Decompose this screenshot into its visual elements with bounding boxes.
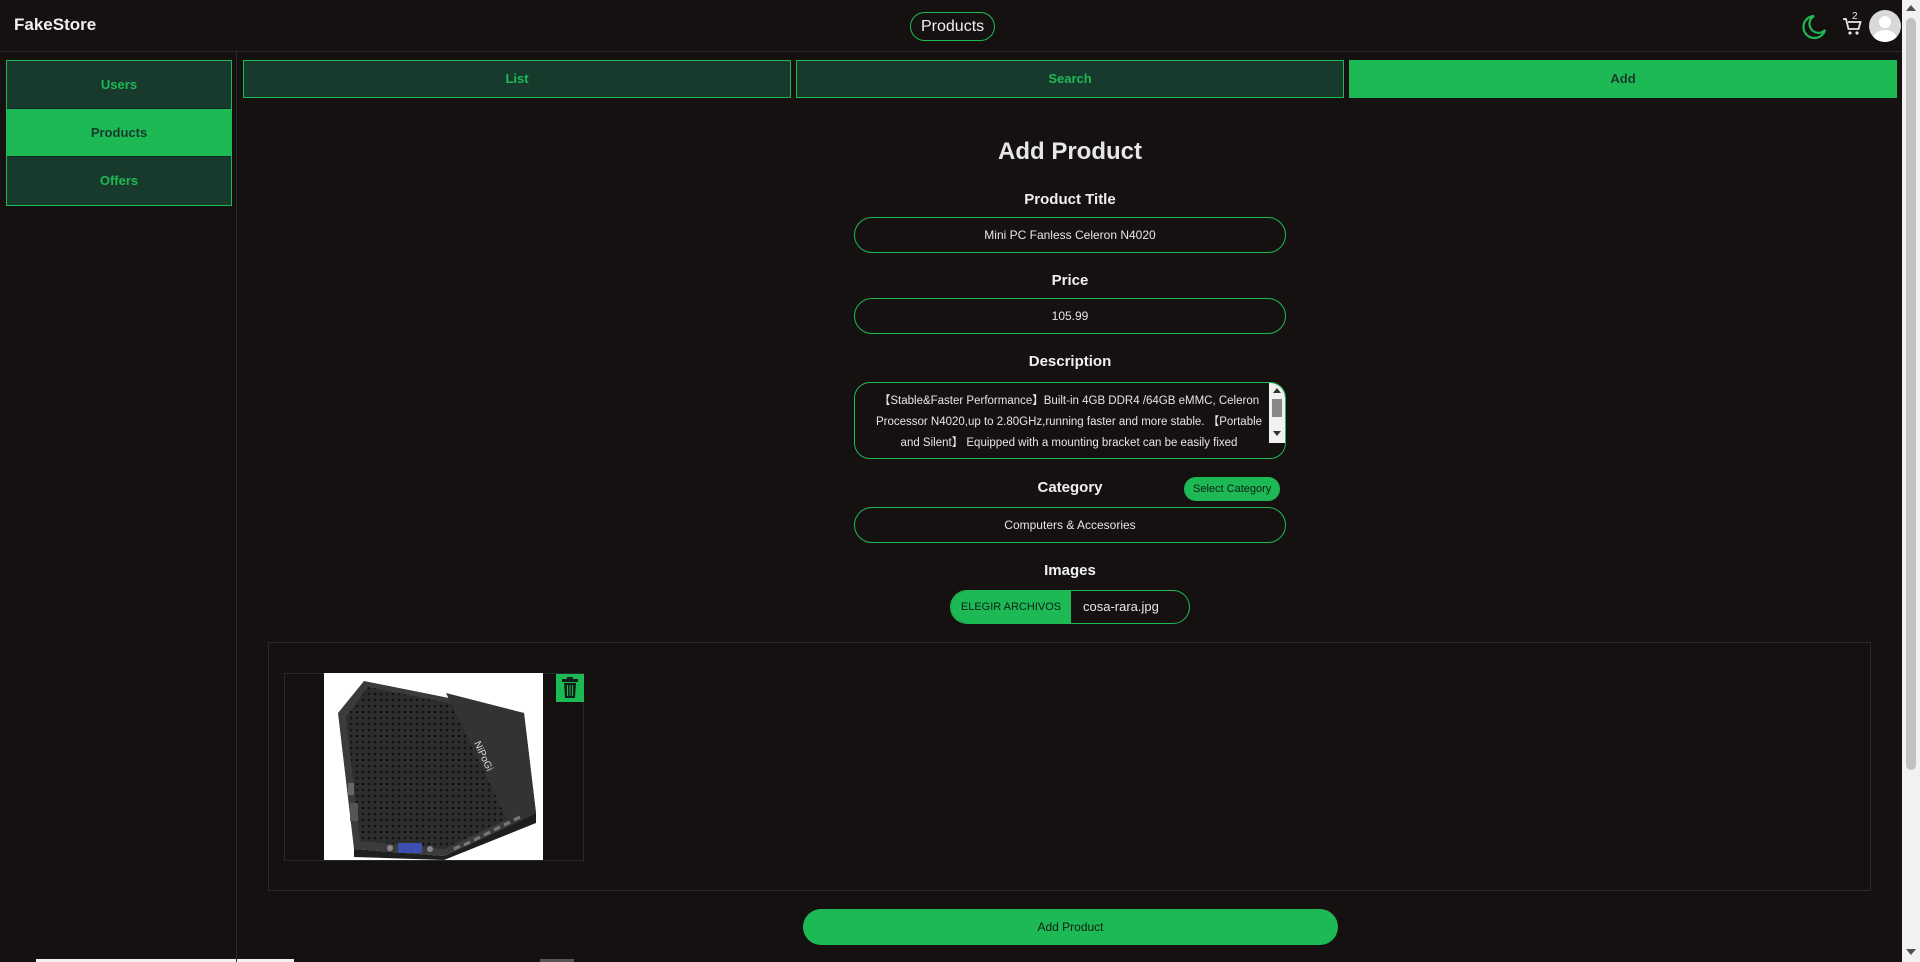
tab-add[interactable]: Add	[1349, 60, 1897, 98]
product-title-label: Product Title	[1024, 191, 1116, 208]
description-scrollbar[interactable]	[1269, 383, 1285, 443]
scroll-up-arrow[interactable]	[1906, 5, 1916, 11]
selected-file-name: cosa-rara.jpg	[1083, 599, 1159, 614]
current-page-pill: Products	[910, 12, 996, 41]
description-text: 【Stable&Faster Performance】Built-in 4GB …	[875, 395, 1263, 449]
delete-image-button[interactable]	[556, 674, 584, 702]
file-picker[interactable]: ELEGIR ARCHIVOS cosa-rara.jpg	[950, 590, 1190, 624]
avatar[interactable]	[1869, 10, 1901, 42]
user-icon	[1873, 16, 1897, 42]
add-product-button[interactable]: Add Product	[803, 909, 1338, 945]
mini-pc-image: NiPoGi	[338, 681, 536, 860]
choose-files-button[interactable]: ELEGIR ARCHIVOS	[951, 591, 1071, 623]
tab-list[interactable]: List	[243, 60, 791, 98]
description-scroll-down-arrow[interactable]	[1273, 431, 1281, 436]
trash-icon	[562, 677, 578, 698]
images-label: Images	[1044, 562, 1096, 579]
product-image: NiPoGi	[324, 673, 543, 860]
sidebar-item-users[interactable]: Users	[7, 61, 231, 109]
product-title-input[interactable]: Mini PC Fanless Celeron N4020	[854, 217, 1286, 253]
page-scrollbar[interactable]	[1902, 0, 1920, 962]
tab-search[interactable]: Search	[796, 60, 1344, 98]
top-bar: FakeStore Products 2	[0, 0, 1902, 52]
scroll-thumb[interactable]	[1906, 18, 1916, 770]
description-scroll-up-arrow[interactable]	[1273, 388, 1281, 393]
description-label: Description	[1028, 353, 1112, 370]
select-category-button[interactable]: Select Category	[1184, 477, 1281, 501]
brand-logo[interactable]: FakeStore	[14, 15, 96, 35]
price-label: Price	[1051, 272, 1089, 289]
moon-icon[interactable]	[1800, 13, 1828, 41]
description-scroll-thumb[interactable]	[1272, 399, 1282, 417]
description-textarea[interactable]: 【Stable&Faster Performance】Built-in 4GB …	[854, 382, 1286, 459]
sidebar-item-offers[interactable]: Offers	[7, 157, 231, 205]
cart-count-badge: 2	[1852, 11, 1858, 22]
page-title: Add Product	[998, 138, 1142, 165]
sidebar: Users Products Offers	[0, 52, 237, 962]
sidebar-item-products[interactable]: Products	[7, 109, 231, 157]
scroll-down-arrow[interactable]	[1906, 949, 1916, 955]
sidebar-menu: Users Products Offers	[6, 60, 232, 206]
category-input[interactable]: Computers & Accesories	[854, 507, 1286, 543]
price-input[interactable]: 105.99	[854, 298, 1286, 334]
tab-bar: List Search Add	[243, 60, 1897, 98]
